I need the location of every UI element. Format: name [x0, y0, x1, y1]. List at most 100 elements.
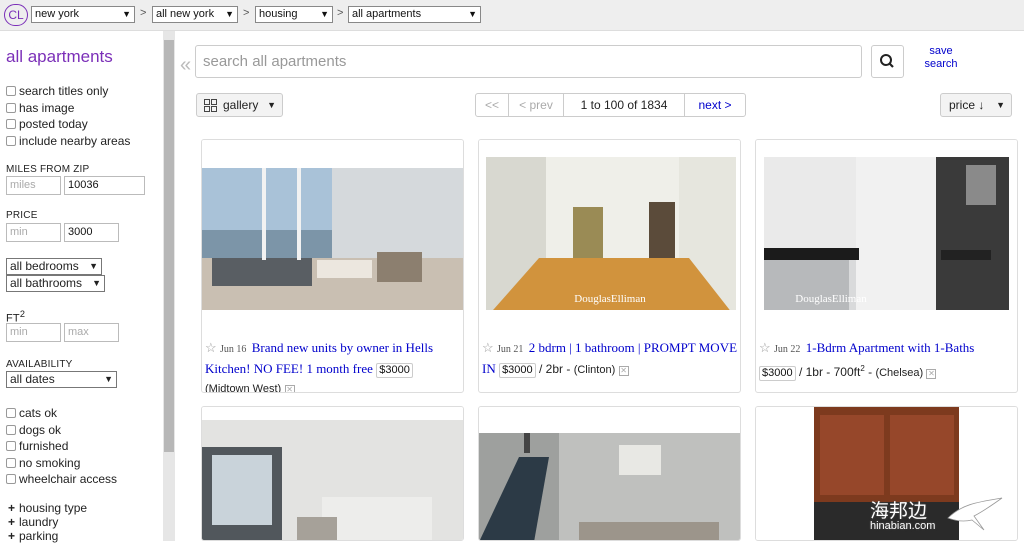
- listing-housing: / 2br -: [539, 362, 571, 376]
- favorite-star-icon[interactable]: ☆: [759, 340, 771, 355]
- listing-photo[interactable]: DouglasElliman: [756, 140, 1018, 310]
- expander-label: laundry: [19, 515, 59, 529]
- check-label: dogs ok: [19, 423, 62, 437]
- crumb-area-select[interactable]: all new york ▼: [152, 6, 238, 23]
- expander-housing-type[interactable]: + housing type: [8, 502, 87, 515]
- listing-neighborhood: (Chelsea): [875, 367, 924, 379]
- photo-watermark: DouglasElliman: [795, 293, 867, 305]
- crumb-separator: >: [140, 7, 147, 19]
- check-nearby-areas[interactable]: include nearby areas: [6, 134, 130, 148]
- sort-select[interactable]: price ↓ ▼: [940, 93, 1012, 117]
- search-icon: [880, 54, 894, 68]
- check-posted-today[interactable]: posted today: [6, 117, 88, 131]
- listing-date: Jun 21: [497, 344, 524, 355]
- hide-listing-icon[interactable]: ✕: [284, 385, 295, 392]
- crumb-subcategory-label: all apartments: [352, 8, 422, 20]
- craigslist-logo[interactable]: CL: [4, 4, 28, 26]
- sidebar-scrollbar-thumb[interactable]: [164, 40, 174, 452]
- listing-info: ☆ Jun 16 Brand new units by owner in Hel…: [205, 338, 462, 392]
- miles-label: MILES FROM ZIP: [6, 164, 90, 175]
- listing-info: ☆ Jun 22 1-Bdrm Apartment with 1-Baths $…: [759, 338, 1016, 383]
- pagination: << < prev 1 to 100 of 1834 next >: [475, 93, 746, 117]
- listing-date: Jun 22: [774, 344, 801, 355]
- listing-card[interactable]: [201, 406, 464, 541]
- sqft-max-input[interactable]: max: [64, 323, 119, 342]
- plus-icon: +: [8, 529, 16, 543]
- listing-photo[interactable]: [479, 407, 741, 541]
- crumb-subcategory-select[interactable]: all apartments ▼: [348, 6, 481, 23]
- listing-neighborhood: (Clinton): [573, 364, 616, 376]
- search-button[interactable]: [871, 45, 904, 78]
- check-furnished[interactable]: furnished: [6, 439, 68, 453]
- check-wheelchair[interactable]: wheelchair access: [6, 472, 117, 486]
- check-label: cats ok: [19, 406, 58, 420]
- listing-photo[interactable]: [202, 407, 464, 541]
- listing-photo[interactable]: DouglasElliman: [479, 140, 741, 310]
- hide-listing-icon[interactable]: ✕: [618, 366, 629, 376]
- listing-card[interactable]: ☆ Jun 16 Brand new units by owner in Hel…: [201, 139, 464, 393]
- bathrooms-select[interactable]: all bathrooms ▼: [6, 275, 105, 292]
- expander-parking[interactable]: + parking: [8, 530, 58, 543]
- next-page-button[interactable]: next >: [685, 94, 745, 116]
- crumb-category-label: housing: [259, 8, 298, 20]
- checkbox[interactable]: [6, 474, 16, 484]
- housing-text: / 1br - 700ft: [798, 365, 861, 379]
- bathrooms-value: all bathrooms: [10, 276, 83, 290]
- checkbox[interactable]: [6, 86, 16, 96]
- grid-icon: [204, 99, 217, 112]
- check-no-smoking[interactable]: no smoking: [6, 456, 80, 470]
- checkbox[interactable]: [6, 441, 16, 451]
- miles-input[interactable]: miles: [6, 176, 61, 195]
- save-search-link[interactable]: save search: [921, 45, 961, 71]
- bedrooms-select[interactable]: all bedrooms ▼: [6, 258, 102, 275]
- photo-watermark: DouglasElliman: [574, 293, 646, 305]
- check-has-image[interactable]: has image: [6, 101, 74, 115]
- check-label: furnished: [19, 439, 69, 453]
- check-label: no smoking: [19, 456, 81, 470]
- watermark-url: hinabian.com: [870, 520, 936, 532]
- zip-input[interactable]: 10036: [64, 176, 145, 195]
- crumb-city-label: new york: [35, 8, 80, 20]
- plus-icon: +: [8, 501, 16, 515]
- collapse-sidebar-icon[interactable]: «: [180, 54, 191, 77]
- checkbox[interactable]: [6, 425, 16, 435]
- listing-price: $3000: [376, 363, 413, 378]
- checkbox[interactable]: [6, 119, 16, 129]
- chevron-down-icon: ▼: [104, 374, 113, 384]
- housing-dash: -: [864, 365, 873, 379]
- check-search-titles[interactable]: search titles only: [6, 84, 108, 98]
- prev-page-button[interactable]: < prev: [509, 94, 564, 116]
- listing-card[interactable]: DouglasElliman ☆ Jun 21 2 bdrm | 1 bathr…: [478, 139, 741, 393]
- favorite-star-icon[interactable]: ☆: [482, 340, 494, 355]
- sqft-min-input[interactable]: min: [6, 323, 61, 342]
- checkbox[interactable]: [6, 408, 16, 418]
- price-min-input[interactable]: min: [6, 223, 61, 242]
- check-cats-ok[interactable]: cats ok: [6, 406, 57, 420]
- price-max-input[interactable]: 3000: [64, 223, 119, 242]
- listing-card[interactable]: [478, 406, 741, 541]
- availability-select[interactable]: all dates ▼: [6, 371, 117, 388]
- crumb-category-select[interactable]: housing ▼: [255, 6, 333, 23]
- expander-label: housing type: [19, 501, 88, 515]
- checkbox[interactable]: [6, 458, 16, 468]
- check-dogs-ok[interactable]: dogs ok: [6, 423, 61, 437]
- expander-laundry[interactable]: + laundry: [8, 516, 58, 529]
- favorite-star-icon[interactable]: ☆: [205, 340, 217, 355]
- checkbox[interactable]: [6, 136, 16, 146]
- listing-card[interactable]: DouglasElliman ☆ Jun 22 1-Bdrm Apartment…: [755, 139, 1018, 393]
- listing-info: ☆ Jun 21 2 bdrm | 1 bathroom | PROMPT MO…: [482, 338, 739, 380]
- view-mode-select[interactable]: gallery ▼: [196, 93, 283, 117]
- site-watermark: 海邦边 hinabian.com: [839, 494, 1019, 536]
- search-input[interactable]: search all apartments: [195, 45, 862, 78]
- price-label: PRICE: [6, 210, 38, 221]
- sqft-sup: 2: [19, 309, 26, 319]
- crumb-separator: >: [243, 7, 250, 19]
- checkbox[interactable]: [6, 103, 16, 113]
- first-page-button[interactable]: <<: [476, 94, 509, 116]
- listing-photo[interactable]: [202, 140, 464, 310]
- crumb-city-select[interactable]: new york ▼: [31, 6, 135, 23]
- hide-listing-icon[interactable]: ✕: [926, 369, 937, 379]
- listing-title-link[interactable]: 1-Bdrm Apartment with 1-Baths: [806, 340, 975, 355]
- plus-icon: +: [8, 515, 16, 529]
- sort-label: price ↓: [949, 98, 985, 112]
